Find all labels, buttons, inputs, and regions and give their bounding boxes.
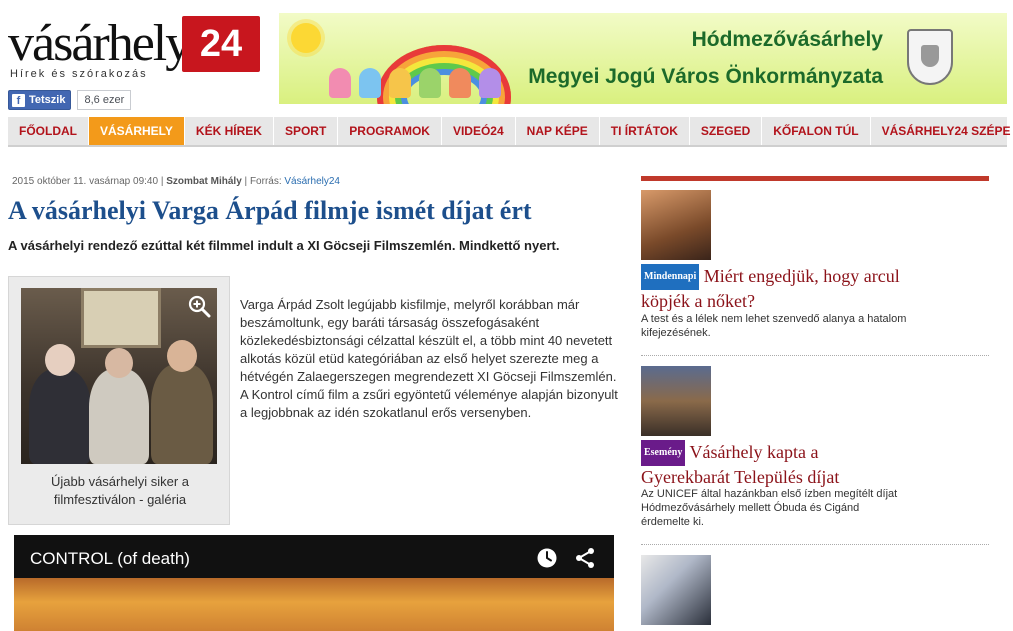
coat-of-arms-icon xyxy=(907,29,953,85)
person-head xyxy=(45,344,75,376)
video-player[interactable]: CONTROL (of death) xyxy=(14,535,614,631)
nav-item-programok[interactable]: PROGRAMOK xyxy=(338,117,442,145)
article-meta: 2015 október 11. vasárnap 09:40 | Szomba… xyxy=(12,176,340,187)
child-figure xyxy=(389,68,411,98)
article-title: A vásárhelyi Varga Árpád filmje ismét dí… xyxy=(8,196,532,225)
main-nav: FŐOLDAL VÁSÁRHELY KÉK HÍREK SPORT PROGRA… xyxy=(8,117,1011,147)
video-title[interactable]: CONTROL (of death) xyxy=(30,549,190,569)
source-label: Forrás: xyxy=(249,176,282,187)
child-figure xyxy=(479,68,501,98)
category-badge[interactable]: Mindennapi xyxy=(641,264,700,290)
nav-item-video24[interactable]: VIDEÓ24 xyxy=(442,117,516,145)
site-logo[interactable]: vásárhely 24 Hírek és szórakozás xyxy=(8,14,260,84)
person-figure xyxy=(151,364,213,464)
nav-item-kofalon-tul[interactable]: KŐFALON TÚL xyxy=(762,117,871,145)
photo-caption[interactable]: Újabb vásárhelyi siker a filmfesztiválon… xyxy=(9,473,231,509)
sidebar-headline[interactable]: Esemény Vásárhely kapta a Gyerekbarát Te… xyxy=(641,440,901,488)
facebook-like-button[interactable]: f Tetszik xyxy=(8,90,72,110)
article-source[interactable]: Vásárhely24 xyxy=(284,176,340,187)
sidebar-desc: Az UNICEF által hazánkban első ízben meg… xyxy=(641,488,898,528)
nav-item-nap-kepe[interactable]: NAP KÉPE xyxy=(516,117,600,145)
logo-number: 24 xyxy=(182,16,260,72)
children-illustration xyxy=(329,68,529,98)
like-label: Tetszik xyxy=(29,94,66,106)
sun-icon xyxy=(291,23,321,53)
sidebar-divider xyxy=(641,544,989,545)
facebook-icon: f xyxy=(12,93,25,107)
facebook-like: f Tetszik 8,6 ezer xyxy=(8,90,132,110)
city-banner[interactable]: Hódmezővásárhely Megyei Jogú Város Önkor… xyxy=(279,13,1007,104)
nav-item-szeged[interactable]: SZEGED xyxy=(690,117,763,145)
article-photo[interactable] xyxy=(21,288,217,464)
sidebar-top-bar xyxy=(641,176,989,181)
sidebar-article[interactable]: Mindennapi Miért engedjük, hogy arcul kö… xyxy=(641,190,989,350)
category-badge[interactable]: Esemény xyxy=(641,440,686,466)
like-count: 8,6 ezer xyxy=(77,90,132,110)
sidebar-article[interactable] xyxy=(641,555,989,631)
gallery-box[interactable]: Újabb vásárhelyi siker a filmfesztiválon… xyxy=(8,276,230,525)
sidebar-divider xyxy=(641,355,989,356)
video-thumbnail xyxy=(14,578,614,631)
article-author[interactable]: Szombat Mihály xyxy=(166,176,242,187)
logo-tagline: Hírek és szórakozás xyxy=(10,68,148,80)
nav-item-fooldal[interactable]: FŐOLDAL xyxy=(8,117,89,145)
child-figure xyxy=(419,68,441,98)
person-figure xyxy=(29,369,91,464)
person-figure xyxy=(89,369,149,464)
nav-item-ti-irtatok[interactable]: TI ÍRTÁTOK xyxy=(600,117,690,145)
nav-item-vasarhely[interactable]: VÁSÁRHELY xyxy=(89,117,185,145)
article-date: 2015 október 11. vasárnap 09:40 xyxy=(12,176,159,187)
share-icon[interactable] xyxy=(574,547,596,569)
sidebar-thumbnail[interactable] xyxy=(641,190,711,260)
child-figure xyxy=(449,68,471,98)
zoom-icon[interactable] xyxy=(187,294,211,318)
sidebar-article[interactable]: Esemény Vásárhely kapta a Gyerekbarát Te… xyxy=(641,366,989,536)
banner-line-1: Hódmezővásárhely xyxy=(691,28,883,51)
sidebar-thumbnail[interactable] xyxy=(641,555,711,625)
sidebar-desc: A test és a lélek nem lehet szenvedő ala… xyxy=(641,313,907,339)
banner-line-2: Megyei Jogú Város Önkormányzata xyxy=(528,65,883,88)
watch-later-icon[interactable] xyxy=(536,547,558,569)
photo-frame xyxy=(81,288,161,348)
person-head xyxy=(105,348,133,378)
logo-word: vásárhely xyxy=(8,15,191,72)
sidebar-thumbnail[interactable] xyxy=(641,366,711,436)
article-body: Varga Árpád Zsolt legújabb kisfilmje, me… xyxy=(240,297,618,420)
nav-item-vasarhely24-szepe[interactable]: VÁSÁRHELY24 SZÉPE xyxy=(871,117,1013,145)
person-head xyxy=(167,340,197,372)
child-figure xyxy=(359,68,381,98)
nav-item-sport[interactable]: SPORT xyxy=(274,117,339,145)
child-figure xyxy=(329,68,351,98)
nav-item-kek-hirek[interactable]: KÉK HÍREK xyxy=(185,117,274,145)
sidebar-headline[interactable]: Mindennapi Miért engedjük, hogy arcul kö… xyxy=(641,264,901,312)
article-lead: A vásárhelyi rendező ezúttal két filmmel… xyxy=(8,238,560,253)
